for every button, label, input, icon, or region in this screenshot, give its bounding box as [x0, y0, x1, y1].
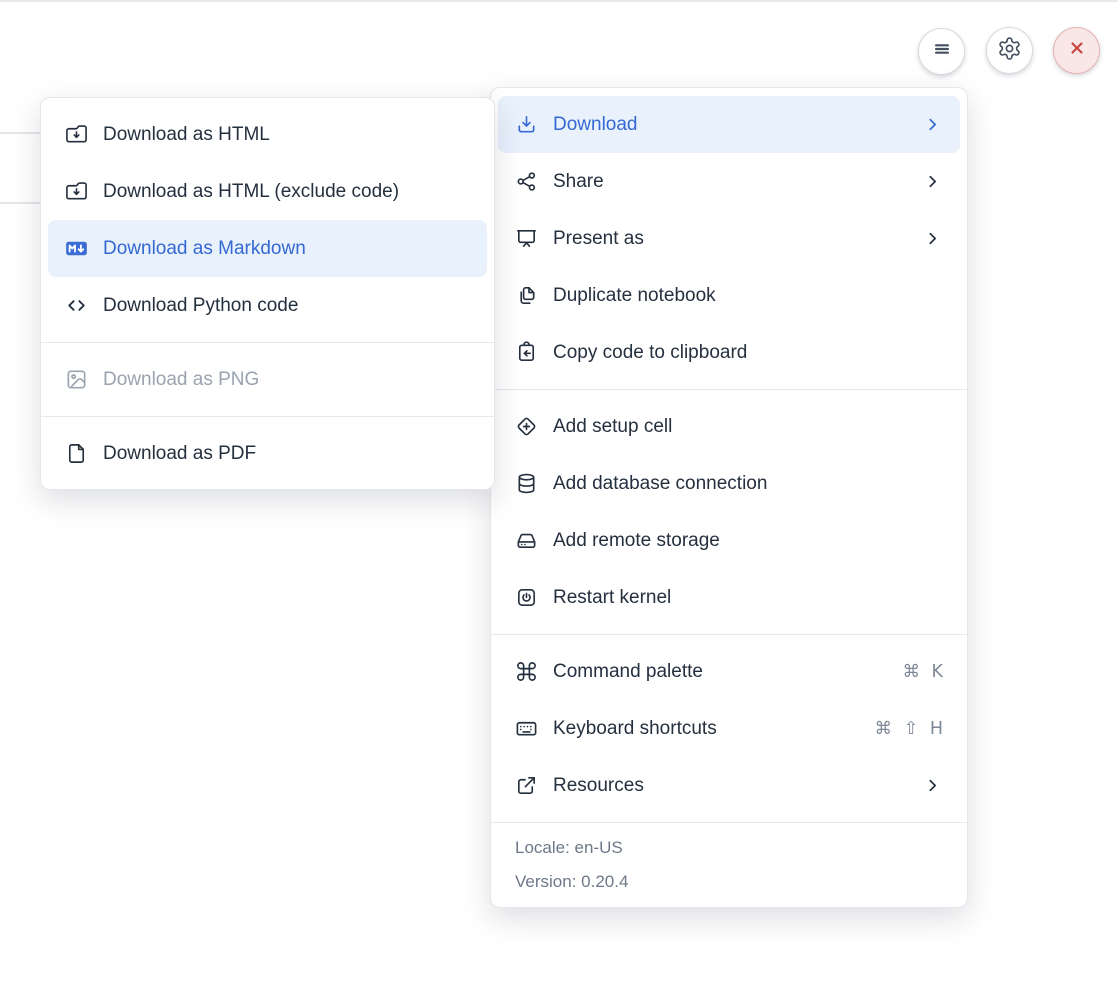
- shutdown-button[interactable]: [1053, 27, 1100, 74]
- markdown-icon: [65, 237, 88, 260]
- menu-item-download-as-html-exclude-code[interactable]: Download as HTML (exclude code): [41, 163, 494, 220]
- menu-item-label: Add database connection: [553, 473, 943, 495]
- gear-icon: [997, 36, 1022, 66]
- presentation-icon: [515, 227, 538, 250]
- file-icon: [65, 442, 88, 465]
- folder-down-icon: [65, 123, 88, 146]
- menu-item-restart-kernel[interactable]: Restart kernel: [491, 569, 967, 626]
- chevron-right-icon: [922, 228, 943, 249]
- menu-item-share[interactable]: Share: [491, 153, 967, 210]
- chevron-right-icon: [922, 171, 943, 192]
- menu-item-label: Download as PNG: [103, 369, 470, 391]
- underlying-cell-border: [0, 202, 40, 204]
- menu-item-label: Download as HTML (exclude code): [103, 181, 470, 203]
- menu-item-command-palette[interactable]: Command palette ⌘ K: [491, 643, 967, 700]
- menu-item-label: Download Python code: [103, 295, 470, 317]
- menu-item-label: Download: [553, 114, 907, 136]
- menu-item-add-database-connection[interactable]: Add database connection: [491, 455, 967, 512]
- external-link-icon: [515, 774, 538, 797]
- menu-item-download-as-pdf[interactable]: Download as PDF: [41, 425, 494, 482]
- menu-group: Download as PNG: [41, 343, 494, 416]
- menu-item-keyboard-shortcuts[interactable]: Keyboard shortcuts ⌘ ⇧ H: [491, 700, 967, 757]
- menu-group: Download Share Present as Duplicate note…: [491, 88, 967, 389]
- menu-item-label: Copy code to clipboard: [553, 342, 943, 364]
- settings-button[interactable]: [986, 27, 1033, 74]
- locale-text: Locale: en-US: [491, 831, 967, 865]
- menu-item-label: Restart kernel: [553, 587, 943, 609]
- menu-item-label: Present as: [553, 228, 907, 250]
- command-icon: [515, 660, 538, 683]
- menu-group: Download as PDF: [41, 417, 494, 490]
- code-icon: [65, 294, 88, 317]
- folder-down-icon: [65, 180, 88, 203]
- menu-item-download-as-png[interactable]: Download as PNG: [41, 351, 494, 408]
- menu-item-download-as-html[interactable]: Download as HTML: [41, 106, 494, 163]
- shortcut-hint: ⌘ ⇧ H: [875, 719, 943, 739]
- menu-group: Add setup cell Add database connection A…: [491, 390, 967, 634]
- shortcut-hint: ⌘ K: [902, 662, 943, 682]
- download-icon: [515, 113, 538, 136]
- menu-group: Command palette ⌘ K Keyboard shortcuts ⌘…: [491, 635, 967, 822]
- menu-item-label: Download as PDF: [103, 443, 470, 465]
- download-submenu: Download as HTML Download as HTML (exclu…: [40, 97, 495, 490]
- diamond-plus-icon: [515, 415, 538, 438]
- menu-item-label: Duplicate notebook: [553, 285, 943, 307]
- image-icon: [65, 368, 88, 391]
- keyboard-icon: [515, 717, 538, 740]
- power-icon: [515, 586, 538, 609]
- menu-item-label: Add setup cell: [553, 416, 943, 438]
- menu-item-label: Resources: [553, 775, 907, 797]
- menu-item-label: Download as Markdown: [103, 238, 470, 260]
- underlying-cell-border: [0, 132, 40, 134]
- menu-item-duplicate-notebook[interactable]: Duplicate notebook: [491, 267, 967, 324]
- menu-item-resources[interactable]: Resources: [491, 757, 967, 814]
- menu-item-label: Share: [553, 171, 907, 193]
- chevron-right-icon: [922, 775, 943, 796]
- database-icon: [515, 472, 538, 495]
- menu-item-download[interactable]: Download: [498, 96, 960, 153]
- menu-item-label: Command palette: [553, 661, 887, 683]
- chevron-right-icon: [922, 114, 943, 135]
- page-top-border: [0, 0, 1118, 2]
- menu-item-label: Download as HTML: [103, 124, 470, 146]
- menu-item-label: Keyboard shortcuts: [553, 718, 860, 740]
- menu-item-label: Add remote storage: [553, 530, 943, 552]
- close-icon: [1065, 36, 1089, 65]
- menu-item-add-setup-cell[interactable]: Add setup cell: [491, 398, 967, 455]
- menu-item-add-remote-storage[interactable]: Add remote storage: [491, 512, 967, 569]
- clipboard-arrow-icon: [515, 341, 538, 364]
- menu-item-download-as-markdown[interactable]: Download as Markdown: [48, 220, 487, 277]
- hard-drive-icon: [515, 529, 538, 552]
- notebook-actions-menu: Download Share Present as Duplicate note…: [490, 87, 968, 908]
- notebook-menu-button[interactable]: [918, 28, 965, 75]
- hamburger-icon: [929, 36, 955, 67]
- menu-item-copy-code[interactable]: Copy code to clipboard: [491, 324, 967, 381]
- duplicate-icon: [515, 284, 538, 307]
- version-text: Version: 0.20.4: [491, 865, 967, 899]
- share-icon: [515, 170, 538, 193]
- menu-footer: Locale: en-US Version: 0.20.4: [491, 823, 967, 909]
- menu-group: Download as HTML Download as HTML (exclu…: [41, 98, 494, 342]
- menu-item-download-python-code[interactable]: Download Python code: [41, 277, 494, 334]
- menu-item-present-as[interactable]: Present as: [491, 210, 967, 267]
- app-background: Download Share Present as Duplicate note…: [0, 0, 1118, 984]
